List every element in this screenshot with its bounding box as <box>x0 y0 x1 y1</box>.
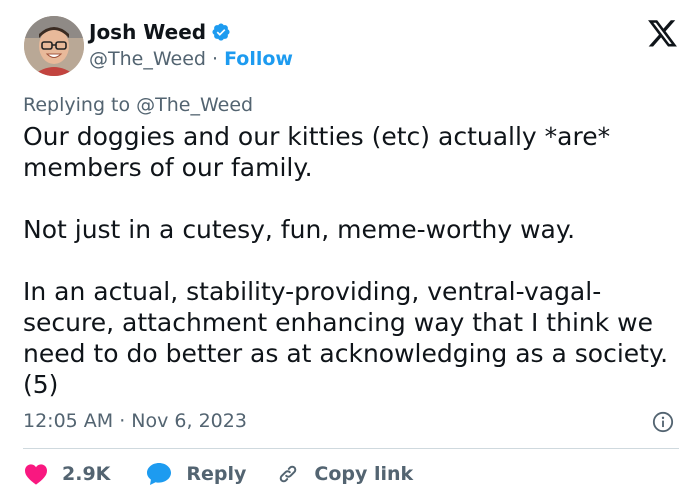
author-handle-row: @The_Weed · Follow <box>89 47 293 71</box>
author-name-row: Josh Weed <box>89 20 231 44</box>
handle-separator: · <box>212 48 219 70</box>
author-display-name[interactable]: Josh Weed <box>89 20 206 44</box>
copy-link-label: Copy link <box>314 463 414 485</box>
info-icon[interactable] <box>652 411 674 433</box>
tweet-paragraph: In an actual, stability-providing, ventr… <box>23 277 669 399</box>
like-count: 2.9K <box>62 463 111 485</box>
tweet-text: Our doggies and our kitties (etc) actual… <box>23 121 683 400</box>
avatar-image <box>24 16 84 76</box>
tweet-paragraph: Not just in a cutesy, fun, meme-worthy w… <box>23 215 576 244</box>
replying-to-label: Replying to @The_Weed <box>23 94 254 116</box>
copy-link-button[interactable]: Copy link <box>276 460 413 488</box>
follow-button[interactable]: Follow <box>224 48 293 70</box>
heart-icon <box>25 464 47 485</box>
x-logo-icon[interactable] <box>648 20 678 48</box>
action-bar: 2.9K Reply Copy link <box>24 460 413 488</box>
tweet-card: Josh Weed @The_Weed · Follow Replying to… <box>0 0 700 501</box>
verified-badge-icon <box>212 23 230 41</box>
divider <box>23 448 679 449</box>
tweet-timestamp[interactable]: 12:05 AM · Nov 6, 2023 <box>23 409 247 433</box>
reply-label: Reply <box>186 463 247 485</box>
like-button[interactable]: 2.9K <box>24 460 110 488</box>
reply-button[interactable]: Reply <box>146 460 246 488</box>
reply-bubble-icon <box>147 463 172 485</box>
author-handle[interactable]: @The_Weed <box>89 48 206 70</box>
avatar[interactable] <box>24 16 84 76</box>
link-icon <box>280 465 297 483</box>
tweet-paragraph: Our doggies and our kitties (etc) actual… <box>23 122 611 182</box>
